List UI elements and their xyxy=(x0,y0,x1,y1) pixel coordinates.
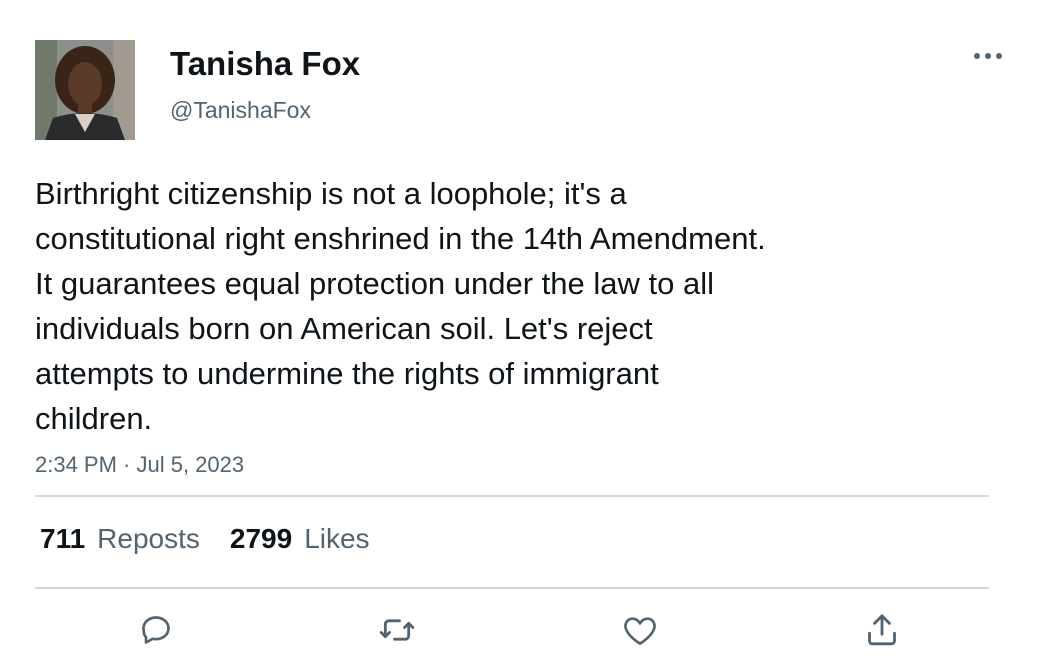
likes-stat[interactable]: 2799 Likes xyxy=(230,520,370,558)
more-dots-icon xyxy=(974,53,1002,59)
like-button[interactable] xyxy=(618,608,662,652)
reposts-stat[interactable]: 711 Reposts xyxy=(40,520,200,558)
repost-icon xyxy=(379,619,415,641)
tweet-text-line: children. xyxy=(35,401,153,436)
divider xyxy=(35,587,989,589)
tweet-text-line: constitutional right enshrined in the 14… xyxy=(35,221,766,256)
reply-icon xyxy=(142,616,170,644)
avatar[interactable] xyxy=(35,40,135,140)
reposts-label: Reposts xyxy=(97,523,200,554)
likes-label: Likes xyxy=(304,523,370,554)
tweet-card: Tanisha Fox @TanishaFox Birthright citiz… xyxy=(0,0,1050,660)
more-options-button[interactable] xyxy=(968,42,1008,70)
share-button[interactable] xyxy=(860,608,904,652)
reply-button[interactable] xyxy=(134,608,178,652)
reposts-count: 711 xyxy=(40,523,86,554)
avatar-photo xyxy=(35,40,135,140)
tweet-timestamp[interactable]: 2:34 PM · Jul 5, 2023 xyxy=(35,450,244,480)
tweet-text-line: Birthright citizenship is not a loophole… xyxy=(35,176,627,211)
share-icon xyxy=(868,614,896,646)
engagement-stats: 711 Reposts 2799 Likes xyxy=(40,520,370,558)
tweet-text-line: individuals born on American soil. Let's… xyxy=(35,311,653,346)
heart-icon xyxy=(624,617,656,645)
display-name[interactable]: Tanisha Fox xyxy=(170,44,360,84)
repost-button[interactable] xyxy=(375,608,419,652)
user-handle[interactable]: @TanishaFox xyxy=(170,96,311,124)
divider xyxy=(35,495,989,497)
tweet-text-line: attempts to undermine the rights of immi… xyxy=(35,356,659,391)
tweet-text: Birthright citizenship is not a loophole… xyxy=(35,171,905,441)
tweet-text-line: It guarantees equal protection under the… xyxy=(35,266,715,301)
likes-count: 2799 xyxy=(229,523,293,554)
